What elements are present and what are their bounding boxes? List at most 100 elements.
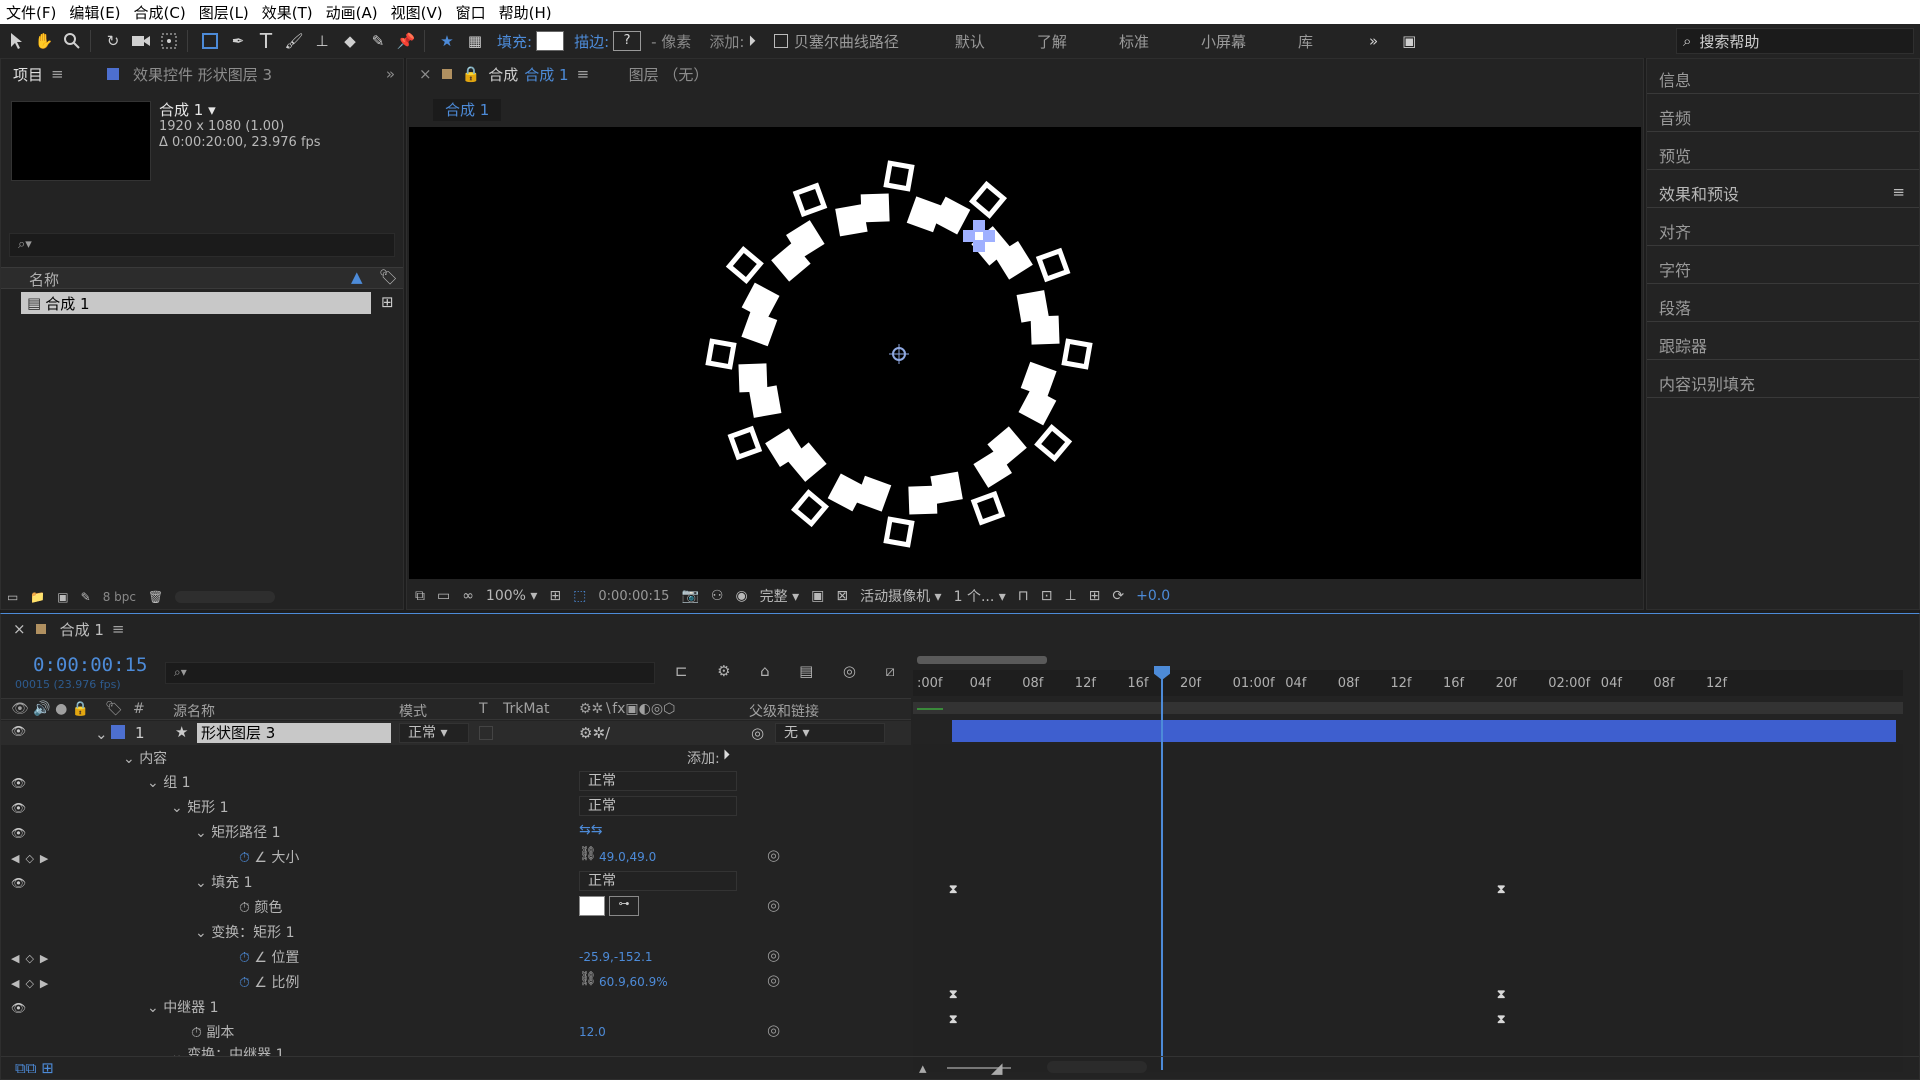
keyframe-nav-icon[interactable]: ◀◇▶: [11, 977, 54, 990]
keyframe-position-end[interactable]: ⧗: [1497, 987, 1505, 1002]
label-icon[interactable]: 🏷: [105, 701, 123, 717]
expand-panels-icon[interactable]: »: [386, 65, 395, 83]
timeline-menu-icon[interactable]: ≡: [112, 620, 125, 638]
layer-mode-select[interactable]: 正常 ▾: [399, 723, 469, 743]
workspace-default[interactable]: 默认: [955, 31, 985, 52]
expression-pickwhip-icon[interactable]: ◎: [767, 946, 780, 964]
visibility-eye-icon[interactable]: 👁: [11, 724, 26, 738]
rectangle-tool-icon[interactable]: [198, 29, 222, 53]
flowchart-viewer-icon[interactable]: ⊞: [1089, 588, 1101, 604]
sort-ascending-icon[interactable]: ▲: [351, 268, 363, 286]
visibility-eye-icon[interactable]: 👁: [11, 801, 26, 815]
comp-canvas[interactable]: [409, 127, 1641, 579]
zoom-out-icon[interactable]: ▴: [919, 1059, 927, 1077]
keyframe-nav-icon[interactable]: ◀◇▶: [11, 852, 54, 865]
sync-settings-icon[interactable]: ▣: [1402, 32, 1416, 50]
constrain-proportions-icon[interactable]: ⛓: [579, 846, 597, 862]
resolution-select[interactable]: 完整 ▾: [760, 586, 799, 606]
pick-whip-icon[interactable]: ◎: [751, 724, 764, 742]
menu-layer[interactable]: 图层(L): [199, 2, 249, 23]
menu-file[interactable]: 文件(F): [6, 2, 56, 23]
motion-blur-icon[interactable]: ◎: [843, 662, 856, 686]
parent-select[interactable]: 无 ▾: [775, 723, 885, 743]
current-time-indicator[interactable]: [1161, 666, 1163, 1070]
hand-tool-icon[interactable]: ✋: [32, 29, 56, 53]
scale-property[interactable]: ⏱ ∠ 比例: [239, 972, 299, 992]
selection-tool-icon[interactable]: [4, 29, 28, 53]
path-direction-icon[interactable]: ⇆⇆: [579, 822, 602, 838]
tab-effect-controls[interactable]: 效果控件 形状图层 3: [133, 64, 272, 85]
help-search-input[interactable]: ⌕ 搜索帮助: [1676, 28, 1914, 54]
exposure-value[interactable]: +0.0: [1136, 588, 1170, 604]
copies-value[interactable]: 12.0: [579, 1025, 606, 1039]
comp-title[interactable]: 合成 1 ▾: [159, 99, 216, 120]
anchor-point-icon[interactable]: [889, 344, 909, 364]
name-column-header[interactable]: 名称: [29, 269, 59, 290]
graph-editor-icon[interactable]: ⧄: [885, 662, 895, 686]
panel-audio[interactable]: 音频: [1659, 105, 1691, 129]
menu-edit[interactable]: 编辑(E): [69, 2, 120, 23]
layer-name[interactable]: 形状图层 3: [197, 723, 391, 743]
tab-project[interactable]: 项目: [13, 64, 43, 85]
viewer-menu-icon[interactable]: ≡: [577, 65, 590, 83]
fit-icon[interactable]: ⊞: [549, 588, 561, 604]
workspace-learn[interactable]: 了解: [1037, 31, 1067, 52]
visibility-eye-icon[interactable]: 👁: [11, 1001, 26, 1015]
time-ruler[interactable]: :00f 04f 08f 12f 16f 20f 01:00f 04f 08f 12f 16f 20f…: [913, 670, 1903, 696]
keyframe-scale-end[interactable]: ⧗: [1497, 1012, 1505, 1027]
color-property[interactable]: ⏱ 颜色: [239, 897, 282, 917]
panel-align[interactable]: 对齐: [1659, 219, 1691, 243]
repeater-1[interactable]: ⌄ 中继器 1: [147, 997, 219, 1017]
add-play-icon[interactable]: ⏵: [748, 32, 756, 50]
puppet-pin-tool-icon[interactable]: 📌: [394, 29, 418, 53]
panel-menu-icon[interactable]: ≡: [51, 65, 64, 83]
av-switches-icon[interactable]: 👁 🔊 ● 🔒: [11, 701, 89, 717]
mode-column[interactable]: 模式: [399, 701, 427, 721]
expression-pickwhip-icon[interactable]: ◎: [767, 896, 780, 914]
keyframe-size-end[interactable]: ⧗: [1497, 882, 1505, 897]
transparency-grid-icon[interactable]: ⊠: [836, 588, 848, 604]
interpret-footage-icon[interactable]: ▭: [7, 590, 18, 604]
source-name-column[interactable]: 源名称: [173, 701, 215, 721]
timeline-time-area[interactable]: :00f 04f 08f 12f 16f 20f 01:00f 04f 08f 12f 16f 20f…: [913, 652, 1919, 1072]
roto-brush-tool-icon[interactable]: ✎: [366, 29, 390, 53]
pan-behind-tool-icon[interactable]: [157, 29, 181, 53]
star-icon[interactable]: ★: [435, 29, 459, 53]
workspace-standard[interactable]: 标准: [1119, 31, 1149, 52]
draft-3d-icon[interactable]: ⚙: [717, 662, 730, 686]
rectangle-1[interactable]: ⌄ 矩形 1: [171, 797, 229, 817]
work-area-range[interactable]: [913, 702, 1903, 714]
expression-pickwhip-icon[interactable]: ◎: [767, 971, 780, 989]
fill-color-swatch[interactable]: [536, 31, 565, 51]
zoom-select[interactable]: 100% ▾: [486, 588, 538, 604]
rectangle-1-blend-mode[interactable]: 正常: [579, 796, 737, 816]
rectangle-path-1[interactable]: ⌄ 矩形路径 1: [195, 822, 281, 842]
fill-color-swatch[interactable]: [579, 896, 605, 916]
tab-timeline-comp[interactable]: 合成 1: [60, 619, 104, 640]
bit-depth[interactable]: 8 bpc: [103, 590, 136, 604]
size-property[interactable]: ⏱ ∠ 大小: [239, 847, 299, 867]
stroke-label[interactable]: 描边:: [574, 31, 609, 52]
pen-tool-icon[interactable]: ✒: [226, 29, 250, 53]
tab-comp-name[interactable]: 合成 1: [524, 64, 568, 85]
trkmat-checkbox[interactable]: [479, 726, 493, 740]
keyframe-size-start[interactable]: ⧗: [949, 882, 957, 897]
menu-view[interactable]: 视图(V): [391, 2, 443, 23]
label-tag-icon[interactable]: 🏷: [379, 268, 398, 286]
lock-icon[interactable]: 🔒: [462, 65, 481, 83]
color-channels-icon[interactable]: ◉: [735, 588, 747, 604]
new-folder-icon[interactable]: 📁: [30, 590, 45, 604]
camera-select[interactable]: 活动摄像机 ▾: [860, 586, 941, 606]
reset-exposure-icon[interactable]: ⟳: [1112, 588, 1124, 604]
tab-layer-viewer[interactable]: 图层 （无）: [629, 64, 709, 85]
expression-pickwhip-icon[interactable]: ◎: [767, 846, 780, 864]
always-preview-icon[interactable]: ⧉: [415, 588, 425, 604]
eyedropper-icon[interactable]: ⊶: [609, 896, 639, 916]
bezier-checkbox[interactable]: [773, 34, 788, 48]
panel-info[interactable]: 信息: [1659, 67, 1691, 91]
comp-flowchart-icon[interactable]: ⊏: [675, 662, 688, 686]
keyframe-position-start[interactable]: ⧗: [949, 987, 957, 1002]
monitor-icon[interactable]: ▭: [437, 588, 450, 604]
transform-repeater-1[interactable]: ⌄ 变换：中继器 1: [171, 1044, 285, 1056]
clone-stamp-tool-icon[interactable]: ⊥: [310, 29, 334, 53]
